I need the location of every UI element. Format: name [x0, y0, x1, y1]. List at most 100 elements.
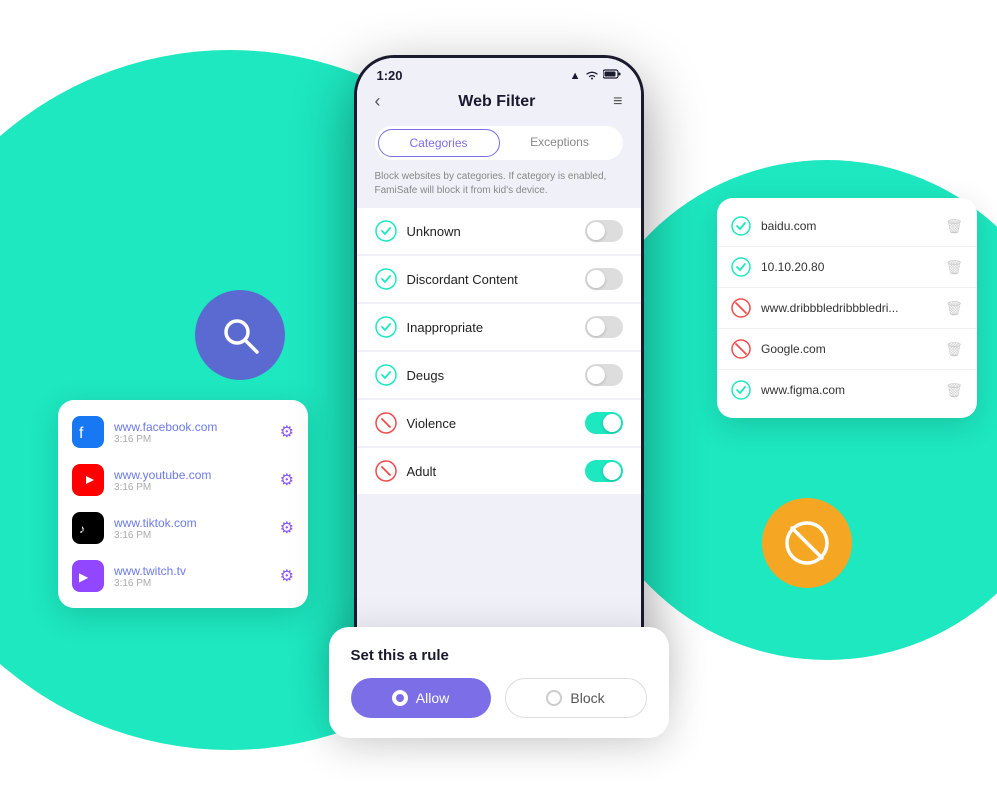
- list-item: www.dribbbledribbbledri... 🗑: [717, 288, 977, 329]
- toggle-deugs[interactable]: [585, 364, 623, 386]
- exception-url: www.figma.com: [761, 383, 935, 397]
- list-item[interactable]: Violence: [357, 400, 641, 446]
- wifi-icon: [585, 69, 599, 83]
- rule-options: Allow Block: [351, 678, 647, 718]
- youtube-icon: [72, 464, 104, 496]
- category-label: Adult: [407, 464, 575, 479]
- site-info: www.youtube.com 3:16 PM: [114, 468, 270, 493]
- allow-radio: [392, 690, 408, 706]
- block-icon: [782, 518, 832, 568]
- phone-body: 1:20 ▲: [354, 55, 644, 675]
- search-circle: [195, 290, 285, 380]
- tab-exceptions[interactable]: Exceptions: [500, 129, 620, 157]
- twitch-icon: ▶: [72, 560, 104, 592]
- delete-icon[interactable]: 🗑: [945, 218, 963, 235]
- description-text: Block websites by categories. If categor…: [357, 170, 641, 208]
- list-item: 10.10.20.80 🗑: [717, 247, 977, 288]
- phone-screen: 1:20 ▲: [357, 58, 641, 672]
- category-label: Unknown: [407, 224, 575, 239]
- site-time: 3:16 PM: [114, 434, 270, 445]
- exception-url: Google.com: [761, 342, 935, 356]
- gear-icon[interactable]: ⚙: [280, 422, 294, 442]
- site-info: www.facebook.com 3:16 PM: [114, 420, 270, 445]
- list-item[interactable]: Deugs: [357, 352, 641, 398]
- rule-dialog: Set this a rule Allow Block: [329, 627, 669, 738]
- site-time: 3:16 PM: [114, 578, 270, 589]
- gear-icon[interactable]: ⚙: [280, 518, 294, 538]
- status-time: 1:20: [377, 68, 403, 83]
- delete-icon[interactable]: 🗑: [945, 259, 963, 276]
- site-info: www.tiktok.com 3:16 PM: [114, 516, 270, 541]
- delete-icon[interactable]: 🗑: [945, 341, 963, 358]
- block-option[interactable]: Block: [505, 678, 647, 718]
- allow-option[interactable]: Allow: [351, 678, 491, 718]
- toggle-adult[interactable]: [585, 460, 623, 482]
- svg-text:▶: ▶: [79, 570, 89, 584]
- list-item[interactable]: Inappropriate: [357, 304, 641, 350]
- menu-button[interactable]: ≡: [613, 93, 622, 111]
- list-item[interactable]: ♪ www.tiktok.com 3:16 PM ⚙: [58, 504, 308, 552]
- list-item[interactable]: Adult: [357, 448, 641, 494]
- check-circle-icon: [375, 316, 397, 338]
- site-time: 3:16 PM: [114, 530, 270, 541]
- app-header: ‹ Web Filter ≡: [357, 87, 641, 122]
- exceptions-card: baidu.com 🗑 10.10.20.80 🗑 www.dribbbledr…: [717, 198, 977, 418]
- browsing-history-card: f www.facebook.com 3:16 PM ⚙ www.youtube…: [58, 400, 308, 608]
- tab-bar: Categories Exceptions: [375, 126, 623, 160]
- site-url: www.facebook.com: [114, 420, 270, 434]
- category-label: Discordant Content: [407, 272, 575, 287]
- search-icon: [217, 312, 263, 358]
- list-item[interactable]: Unknown: [357, 208, 641, 254]
- check-circle-icon: [375, 268, 397, 290]
- block-status-icon: [731, 298, 751, 318]
- toggle-violence[interactable]: [585, 412, 623, 434]
- gear-icon[interactable]: ⚙: [280, 470, 294, 490]
- facebook-icon: f: [72, 416, 104, 448]
- list-item[interactable]: ▶ www.twitch.tv 3:16 PM ⚙: [58, 552, 308, 600]
- site-url: www.twitch.tv: [114, 564, 270, 578]
- toggle-discordant[interactable]: [585, 268, 623, 290]
- allow-icon: [731, 380, 751, 400]
- category-label: Violence: [407, 416, 575, 431]
- page-title: Web Filter: [458, 93, 535, 111]
- toggle-inappropriate[interactable]: [585, 316, 623, 338]
- exception-url: 10.10.20.80: [761, 260, 935, 274]
- block-circle-icon: [375, 412, 397, 434]
- block-circle-icon: [375, 460, 397, 482]
- delete-icon[interactable]: 🗑: [945, 300, 963, 317]
- list-item[interactable]: www.youtube.com 3:16 PM ⚙: [58, 456, 308, 504]
- allow-label: Allow: [416, 690, 449, 706]
- exception-url: baidu.com: [761, 219, 935, 233]
- svg-text:♪: ♪: [79, 522, 85, 536]
- tab-categories[interactable]: Categories: [378, 129, 500, 157]
- block-label: Block: [570, 690, 604, 706]
- tiktok-icon: ♪: [72, 512, 104, 544]
- signal-icon: ▲: [570, 70, 581, 82]
- dialog-title: Set this a rule: [351, 647, 647, 664]
- category-label: Inappropriate: [407, 320, 575, 335]
- block-circle: [762, 498, 852, 588]
- allow-icon: [731, 216, 751, 236]
- list-item: Google.com 🗑: [717, 329, 977, 370]
- status-icons: ▲: [570, 69, 621, 83]
- list-item: www.figma.com 🗑: [717, 370, 977, 410]
- gear-icon[interactable]: ⚙: [280, 566, 294, 586]
- phone-mockup: 1:20 ▲: [354, 55, 644, 675]
- battery-icon: [603, 69, 621, 82]
- list-item: baidu.com 🗑: [717, 206, 977, 247]
- block-radio: [546, 690, 562, 706]
- status-bar: 1:20 ▲: [357, 58, 641, 87]
- back-button[interactable]: ‹: [375, 91, 381, 112]
- list-item[interactable]: f www.facebook.com 3:16 PM ⚙: [58, 408, 308, 456]
- delete-icon[interactable]: 🗑: [945, 382, 963, 399]
- svg-text:f: f: [79, 425, 84, 441]
- check-circle-icon: [375, 220, 397, 242]
- exception-url: www.dribbbledribbbledri...: [761, 301, 935, 315]
- list-item[interactable]: Discordant Content: [357, 256, 641, 302]
- category-label: Deugs: [407, 368, 575, 383]
- toggle-unknown[interactable]: [585, 220, 623, 242]
- site-time: 3:16 PM: [114, 482, 270, 493]
- site-url: www.tiktok.com: [114, 516, 270, 530]
- check-circle-icon: [375, 364, 397, 386]
- block-status-icon: [731, 339, 751, 359]
